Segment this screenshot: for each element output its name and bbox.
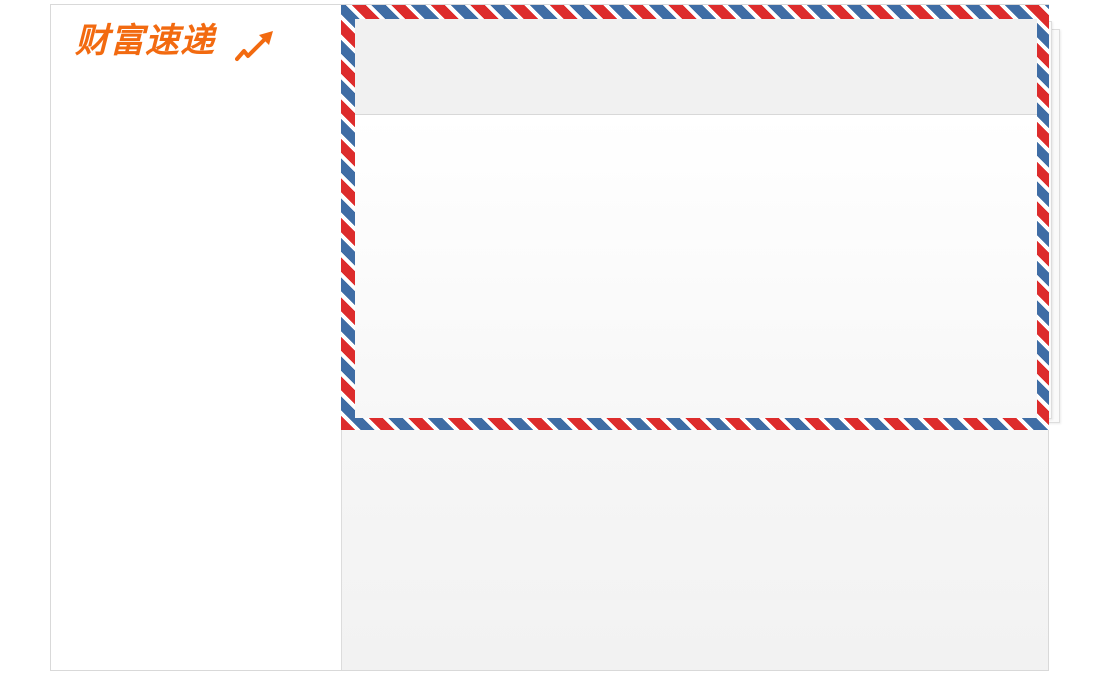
envelope-header (355, 19, 1037, 115)
brand-logo[interactable]: 财富速递 (75, 19, 285, 67)
rising-arrow-icon (235, 31, 273, 61)
brand-name: 财富速递 (75, 21, 215, 61)
airmail-envelope (341, 5, 1049, 430)
envelope-content (355, 19, 1037, 418)
sidebar: 财富速递 (51, 5, 341, 670)
envelope-body (355, 115, 1037, 418)
